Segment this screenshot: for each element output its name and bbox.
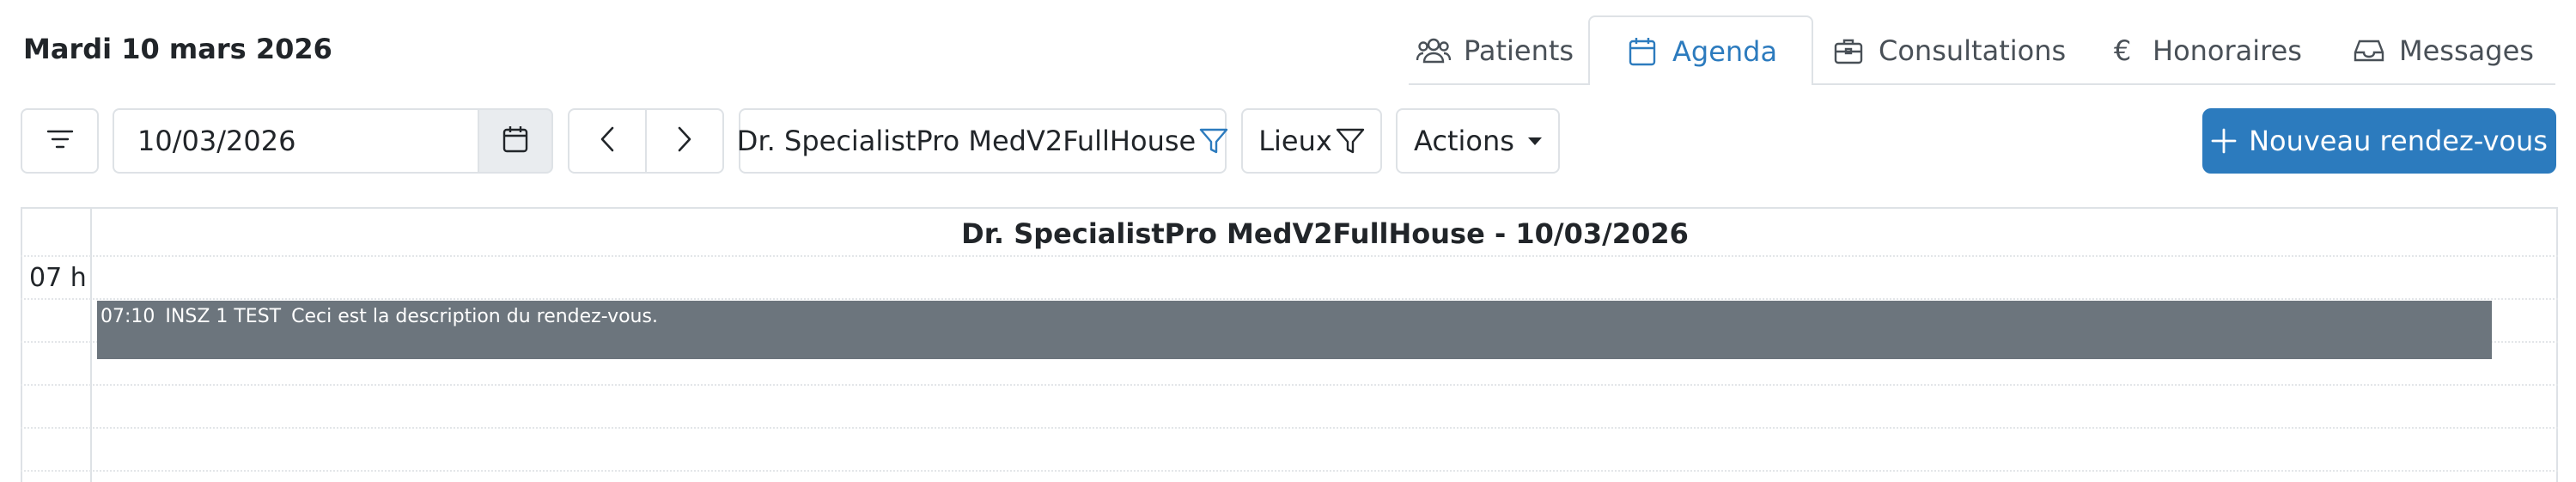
- actions-dropdown-button[interactable]: Actions: [1396, 108, 1560, 174]
- next-day-button[interactable]: [646, 108, 724, 174]
- date-input[interactable]: [113, 108, 478, 174]
- calendar-icon: [1624, 34, 1660, 70]
- doctor-filter-label: Dr. SpecialistPro MedV2FullHouse: [736, 125, 1197, 157]
- time-slot-line: [21, 255, 2558, 257]
- tab-honoraires-label: Honoraires: [2153, 34, 2302, 67]
- caret-down-icon: [1527, 137, 1542, 145]
- previous-day-button[interactable]: [568, 108, 646, 174]
- new-appointment-label: Nouveau rendez-vous: [2249, 125, 2548, 157]
- event-patient: INSZ 1 TEST: [165, 306, 282, 327]
- tab-consultations-label: Consultations: [1879, 34, 2067, 67]
- users-icon: [1416, 33, 1452, 69]
- current-date-title: Mardi 10 mars 2026: [23, 33, 332, 65]
- tab-patients[interactable]: Patients: [1416, 15, 1574, 85]
- briefcase-icon: [1830, 33, 1867, 69]
- chevron-left-icon: [600, 126, 615, 156]
- hour-label: 07 h: [29, 263, 87, 293]
- date-picker-group: [113, 108, 553, 174]
- tab-honoraires[interactable]: € Honoraires: [2104, 15, 2302, 85]
- time-slot-line: [21, 384, 2558, 386]
- appointment-event[interactable]: 07:10 INSZ 1 TEST Ceci est la description …: [97, 301, 2492, 359]
- time-slot-line: [21, 427, 2558, 429]
- plus-icon: [2211, 128, 2237, 154]
- event-description: Ceci est la description du rendez-vous.: [291, 306, 658, 327]
- filter-icon: [1336, 127, 1365, 155]
- event-time: 07:10: [100, 306, 155, 327]
- locations-filter-button[interactable]: Lieux: [1241, 108, 1382, 174]
- tab-messages-label: Messages: [2399, 34, 2534, 67]
- doctor-filter-button[interactable]: Dr. SpecialistPro MedV2FullHouse: [736, 108, 1228, 174]
- actions-label: Actions: [1414, 125, 1514, 157]
- tab-patients-label: Patients: [1464, 34, 1574, 67]
- calendar-picker-button[interactable]: [478, 108, 553, 174]
- locations-filter-label: Lieux: [1258, 125, 1332, 157]
- inbox-icon: [2351, 33, 2387, 69]
- tab-agenda-label: Agenda: [1672, 34, 1778, 68]
- calendar-header: Dr. SpecialistPro MedV2FullHouse - 10/03…: [961, 217, 1689, 250]
- tab-messages[interactable]: Messages: [2351, 15, 2534, 85]
- calendar-icon: [502, 125, 528, 156]
- time-slot-line: [21, 470, 2558, 472]
- tab-consultations[interactable]: Consultations: [1830, 15, 2066, 85]
- date-navigation: [568, 108, 724, 174]
- chevron-right-icon: [677, 126, 692, 156]
- filter-toggle-button[interactable]: [21, 108, 99, 174]
- sliders-icon: [46, 125, 74, 157]
- euro-icon: €: [2113, 34, 2132, 67]
- new-appointment-button[interactable]: Nouveau rendez-vous: [2202, 108, 2556, 174]
- filter-icon: [1199, 127, 1228, 155]
- time-slot-line: [21, 298, 2558, 300]
- tab-agenda[interactable]: Agenda: [1588, 15, 1814, 85]
